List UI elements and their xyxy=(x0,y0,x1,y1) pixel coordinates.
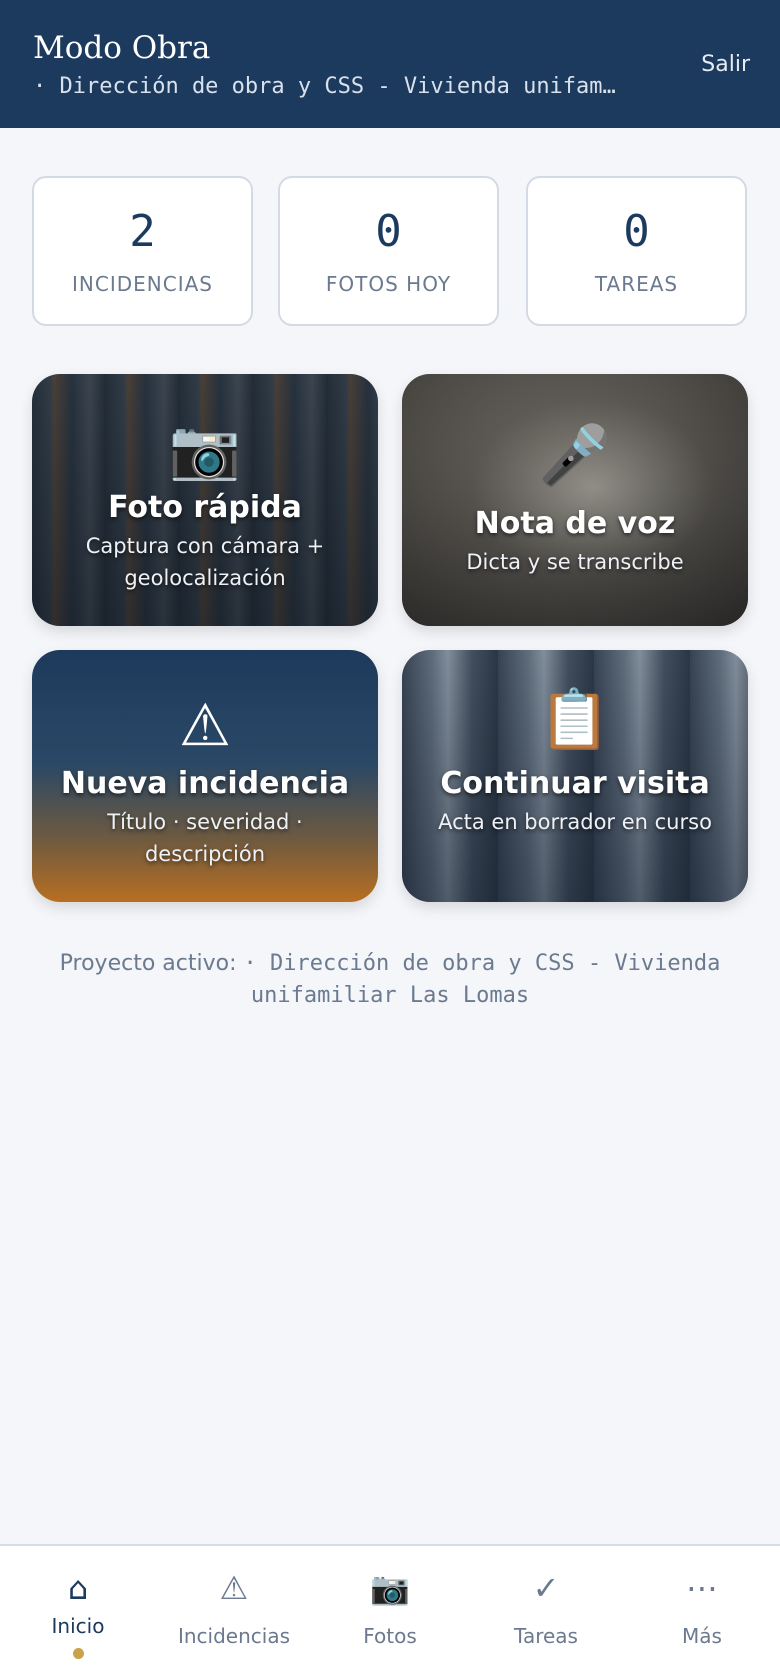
camera-icon: 📷 xyxy=(370,1569,410,1607)
stat-card-incidencias[interactable]: 2 INCIDENCIAS xyxy=(32,176,253,326)
project-subtitle: · Dirección de obra y CSS - Vivienda uni… xyxy=(33,74,616,99)
tile-subtitle: Acta en borrador en curso xyxy=(438,810,712,834)
stat-value: 2 xyxy=(129,206,156,257)
warning-icon: ⚠ xyxy=(179,691,231,759)
nav-item-tareas[interactable]: ✓ Tareas xyxy=(468,1546,624,1672)
stat-card-tareas[interactable]: 0 TAREAS xyxy=(526,176,747,326)
tile-title: Nueva incidencia xyxy=(60,766,350,801)
nav-item-mas[interactable]: ⋯ Más xyxy=(624,1546,780,1672)
app-header: Modo Obra · Dirección de obra y CSS - Vi… xyxy=(0,0,780,128)
new-incident-button[interactable]: ⚠ Nueva incidencia Título · severidad · … xyxy=(32,650,378,902)
more-icon: ⋯ xyxy=(686,1569,718,1607)
camera-icon: 📷 xyxy=(168,415,242,483)
continue-visit-button[interactable]: 📋 Continuar visita Acta en borrador en c… xyxy=(402,650,748,902)
active-project-name: · Dirección de obra y CSS - Vivienda uni… xyxy=(243,951,721,1008)
nav-item-inicio[interactable]: ⌂ Inicio xyxy=(0,1546,156,1672)
tile-background xyxy=(402,374,748,626)
tile-subtitle: Dicta y se transcribe xyxy=(466,550,684,574)
logout-button[interactable]: Salir xyxy=(701,52,750,77)
checkmark-icon: ✓ xyxy=(532,1569,560,1607)
active-project-info: Proyecto activo: · Dirección de obra y C… xyxy=(40,948,740,1012)
nav-label: Más xyxy=(682,1624,722,1648)
nav-label: Incidencias xyxy=(177,1624,291,1648)
nav-label: Tareas xyxy=(514,1624,578,1648)
tile-subtitle: Captura con cámara + geolocalización xyxy=(85,534,325,590)
stat-value: 0 xyxy=(623,206,650,257)
tile-title: Nota de voz xyxy=(474,506,676,541)
stat-value: 0 xyxy=(375,206,402,257)
stats-row: 2 INCIDENCIAS 0 FOTOS HOY 0 TAREAS xyxy=(32,176,748,326)
app-title: Modo Obra xyxy=(33,30,211,66)
voice-note-button[interactable]: 🎤 Nota de voz Dicta y se transcribe xyxy=(402,374,748,626)
bottom-nav: ⌂ Inicio ⚠ Incidencias 📷 Fotos ✓ Tareas … xyxy=(0,1544,780,1672)
stat-label: FOTOS HOY xyxy=(325,272,452,296)
warning-icon: ⚠ xyxy=(219,1569,249,1607)
nav-label: Inicio xyxy=(51,1614,105,1638)
home-icon: ⌂ xyxy=(67,1569,89,1607)
nav-item-incidencias[interactable]: ⚠ Incidencias xyxy=(156,1546,312,1672)
stat-label: TAREAS xyxy=(594,272,679,296)
microphone-icon: 🎤 xyxy=(538,421,612,489)
active-project-label: Proyecto activo: xyxy=(59,951,237,976)
nav-item-fotos[interactable]: 📷 Fotos xyxy=(312,1546,468,1672)
tile-subtitle: Título · severidad · descripción xyxy=(107,810,303,866)
tile-title: Continuar visita xyxy=(440,766,710,801)
nav-label: Fotos xyxy=(363,1624,417,1648)
app-screen: Modo Obra · Dirección de obra y CSS - Vi… xyxy=(0,0,780,1672)
active-indicator-dot xyxy=(73,1648,84,1659)
tile-title: Foto rápida xyxy=(108,490,302,525)
stat-card-fotos-hoy[interactable]: 0 FOTOS HOY xyxy=(278,176,499,326)
quick-photo-button[interactable]: 📷 Foto rápida Captura con cámara + geolo… xyxy=(32,374,378,626)
stat-label: INCIDENCIAS xyxy=(72,272,213,296)
clipboard-icon: 📋 xyxy=(538,685,612,753)
